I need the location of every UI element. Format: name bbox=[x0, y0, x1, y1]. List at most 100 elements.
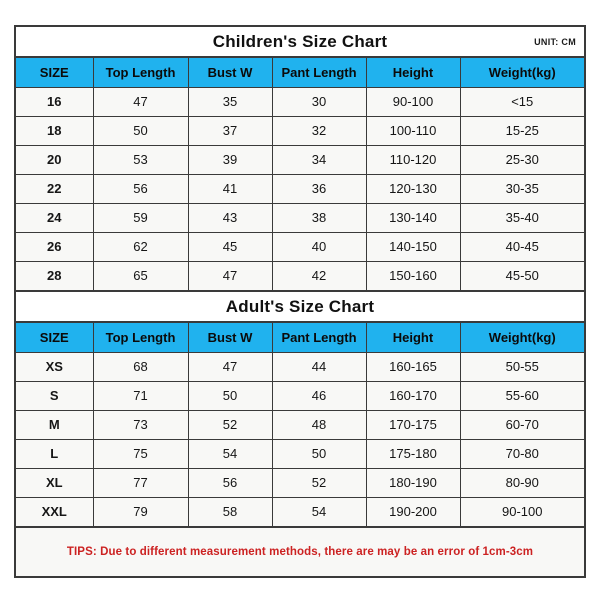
cell-pant-length: 48 bbox=[271, 409, 367, 440]
adult-col-pant-length: Pant Length bbox=[271, 323, 367, 353]
cell-bust-w: 52 bbox=[187, 409, 273, 440]
cell-pant-length: 38 bbox=[271, 202, 367, 233]
tips-band: TIPS: Due to different measurement metho… bbox=[16, 526, 584, 576]
cell-weight: 45-50 bbox=[459, 260, 584, 290]
table-row: 26 62 45 40 140-150 40-45 bbox=[16, 231, 584, 262]
cell-top-length: 77 bbox=[92, 467, 189, 498]
cell-height: 160-170 bbox=[365, 380, 461, 411]
cell-height: 170-175 bbox=[365, 409, 461, 440]
cell-top-length: 62 bbox=[92, 231, 189, 262]
cell-bust-w: 39 bbox=[187, 144, 273, 175]
children-col-bust-w: Bust W bbox=[187, 58, 273, 88]
cell-size: XXL bbox=[16, 496, 94, 526]
cell-height: 120-130 bbox=[365, 173, 461, 204]
cell-bust-w: 47 bbox=[187, 351, 273, 382]
table-row: 16 47 35 30 90-100 <15 bbox=[16, 86, 584, 117]
cell-top-length: 68 bbox=[92, 351, 189, 382]
cell-size: 18 bbox=[16, 115, 94, 146]
cell-height: 180-190 bbox=[365, 467, 461, 498]
adult-header-row: SIZE Top Length Bust W Pant Length Heigh… bbox=[16, 323, 584, 353]
cell-size: 16 bbox=[16, 86, 94, 117]
children-size-table: SIZE Top Length Bust W Pant Length Heigh… bbox=[16, 58, 584, 290]
cell-height: 190-200 bbox=[365, 496, 461, 526]
cell-weight: 90-100 bbox=[459, 496, 584, 526]
adult-col-top-length: Top Length bbox=[92, 323, 189, 353]
cell-bust-w: 43 bbox=[187, 202, 273, 233]
cell-pant-length: 34 bbox=[271, 144, 367, 175]
cell-weight: 15-25 bbox=[459, 115, 584, 146]
cell-weight: 70-80 bbox=[459, 438, 584, 469]
cell-height: 160-165 bbox=[365, 351, 461, 382]
cell-weight: 80-90 bbox=[459, 467, 584, 498]
cell-bust-w: 47 bbox=[187, 260, 273, 290]
children-col-height: Height bbox=[365, 58, 461, 88]
adult-col-size: SIZE bbox=[16, 323, 94, 353]
cell-height: 100-110 bbox=[365, 115, 461, 146]
cell-pant-length: 46 bbox=[271, 380, 367, 411]
cell-top-length: 50 bbox=[92, 115, 189, 146]
cell-top-length: 59 bbox=[92, 202, 189, 233]
children-title-band: Children's Size Chart UNIT: CM bbox=[16, 27, 584, 58]
table-row: XL 77 56 52 180-190 80-90 bbox=[16, 467, 584, 498]
table-row: XS 68 47 44 160-165 50-55 bbox=[16, 351, 584, 382]
cell-height: 150-160 bbox=[365, 260, 461, 290]
cell-size: L bbox=[16, 438, 94, 469]
tips-text: TIPS: Due to different measurement metho… bbox=[66, 546, 534, 558]
cell-pant-length: 36 bbox=[271, 173, 367, 204]
table-row: 20 53 39 34 110-120 25-30 bbox=[16, 144, 584, 175]
cell-weight: 35-40 bbox=[459, 202, 584, 233]
cell-weight: 40-45 bbox=[459, 231, 584, 262]
table-row: L 75 54 50 175-180 70-80 bbox=[16, 438, 584, 469]
cell-size: 22 bbox=[16, 173, 94, 204]
cell-weight: 30-35 bbox=[459, 173, 584, 204]
adult-col-height: Height bbox=[365, 323, 461, 353]
cell-top-length: 53 bbox=[92, 144, 189, 175]
table-row: S 71 50 46 160-170 55-60 bbox=[16, 380, 584, 411]
children-col-size: SIZE bbox=[16, 58, 94, 88]
cell-top-length: 56 bbox=[92, 173, 189, 204]
cell-top-length: 79 bbox=[92, 496, 189, 526]
cell-pant-length: 52 bbox=[271, 467, 367, 498]
cell-height: 130-140 bbox=[365, 202, 461, 233]
cell-pant-length: 30 bbox=[271, 86, 367, 117]
cell-top-length: 71 bbox=[92, 380, 189, 411]
children-chart-title: Children's Size Chart bbox=[212, 32, 388, 51]
children-header-row: SIZE Top Length Bust W Pant Length Heigh… bbox=[16, 58, 584, 88]
adult-chart-title: Adult's Size Chart bbox=[225, 297, 375, 316]
cell-pant-length: 44 bbox=[271, 351, 367, 382]
cell-bust-w: 50 bbox=[187, 380, 273, 411]
table-row: 24 59 43 38 130-140 35-40 bbox=[16, 202, 584, 233]
cell-size: XS bbox=[16, 351, 94, 382]
adult-title-band: Adult's Size Chart bbox=[16, 290, 584, 323]
cell-bust-w: 54 bbox=[187, 438, 273, 469]
cell-weight: <15 bbox=[459, 86, 584, 117]
cell-pant-length: 50 bbox=[271, 438, 367, 469]
cell-weight: 60-70 bbox=[459, 409, 584, 440]
cell-size: M bbox=[16, 409, 94, 440]
cell-top-length: 75 bbox=[92, 438, 189, 469]
cell-size: 26 bbox=[16, 231, 94, 262]
cell-height: 110-120 bbox=[365, 144, 461, 175]
cell-pant-length: 32 bbox=[271, 115, 367, 146]
cell-bust-w: 45 bbox=[187, 231, 273, 262]
size-chart-page: Children's Size Chart UNIT: CM SIZE Top … bbox=[0, 0, 600, 600]
cell-height: 175-180 bbox=[365, 438, 461, 469]
cell-height: 140-150 bbox=[365, 231, 461, 262]
cell-size: 20 bbox=[16, 144, 94, 175]
adult-col-weight: Weight(kg) bbox=[459, 323, 584, 353]
children-col-top-length: Top Length bbox=[92, 58, 189, 88]
cell-weight: 25-30 bbox=[459, 144, 584, 175]
cell-bust-w: 35 bbox=[187, 86, 273, 117]
table-row: 18 50 37 32 100-110 15-25 bbox=[16, 115, 584, 146]
table-row: 22 56 41 36 120-130 30-35 bbox=[16, 173, 584, 204]
unit-label: UNIT: CM bbox=[534, 36, 576, 47]
children-col-weight: Weight(kg) bbox=[459, 58, 584, 88]
table-row: 28 65 47 42 150-160 45-50 bbox=[16, 260, 584, 290]
adult-col-bust-w: Bust W bbox=[187, 323, 273, 353]
adult-size-table: SIZE Top Length Bust W Pant Length Heigh… bbox=[16, 323, 584, 526]
cell-pant-length: 54 bbox=[271, 496, 367, 526]
table-row: M 73 52 48 170-175 60-70 bbox=[16, 409, 584, 440]
cell-size: 28 bbox=[16, 260, 94, 290]
cell-weight: 50-55 bbox=[459, 351, 584, 382]
cell-top-length: 73 bbox=[92, 409, 189, 440]
